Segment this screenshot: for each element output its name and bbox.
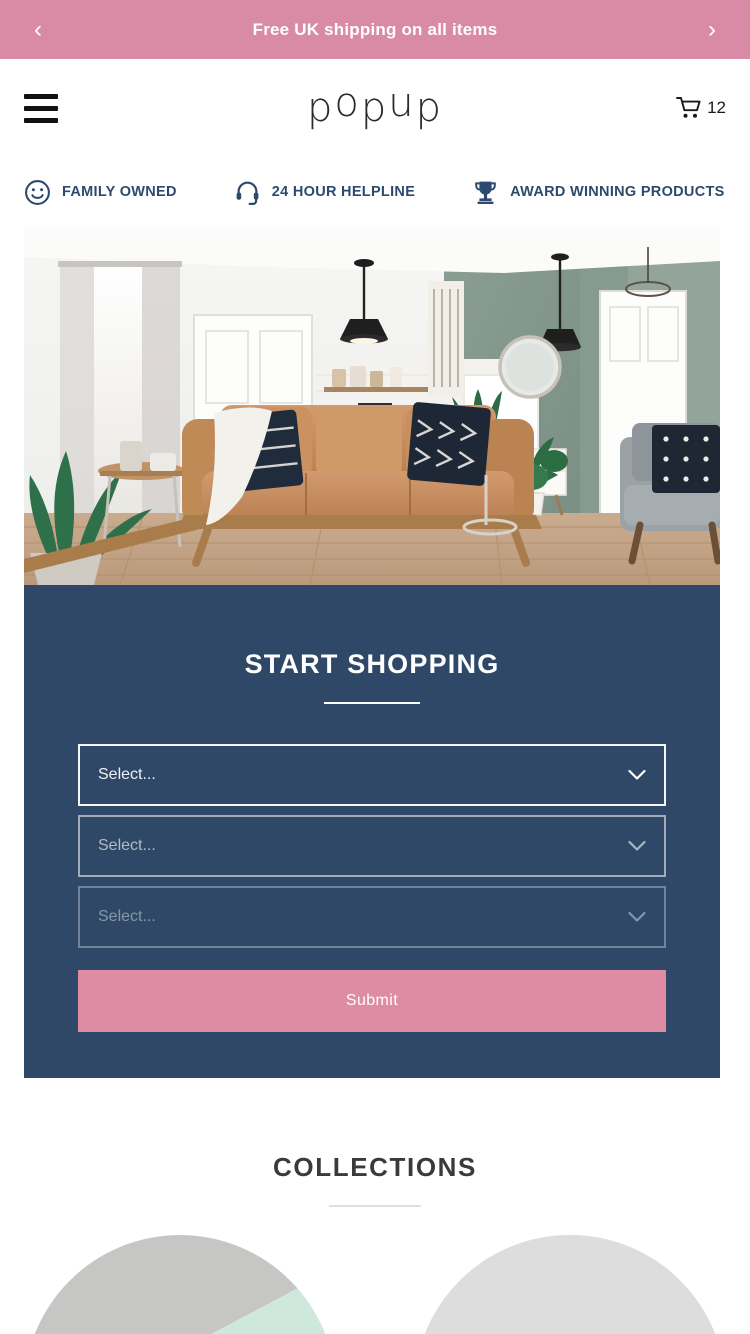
collections-section: COLLECTIONS Modern Barbecue Tools	[0, 1078, 750, 1334]
logo-letter: p	[306, 85, 335, 131]
trust-item-label: 24 HOUR HELPLINE	[271, 184, 416, 200]
collection-item-1[interactable]: Modern Barbecue Tools	[24, 1235, 336, 1334]
logo: popup	[0, 80, 750, 131]
shop-select-1-value: Select...	[98, 766, 156, 783]
chevron-down-icon	[628, 911, 646, 922]
logo-letter: p	[360, 85, 389, 131]
announcement-next-icon[interactable]: ›	[700, 17, 724, 42]
trust-badge-bar: FAMILY OWNED 24 HOUR HELPLINE AWARD WINN…	[0, 157, 750, 227]
collection-item-2[interactable]	[414, 1235, 726, 1334]
trust-item-award[interactable]: AWARD WINNING PRODUCTS	[472, 179, 724, 206]
chevron-down-icon	[628, 769, 646, 780]
logo-letter: p	[415, 85, 443, 131]
start-shopping-title: START SHOPPING	[244, 649, 500, 679]
hamburger-bar	[24, 117, 58, 123]
shop-select-2-value: Select...	[98, 837, 156, 854]
headset-icon	[236, 181, 259, 205]
shop-select-3[interactable]: Select...	[78, 886, 666, 948]
title-divider	[324, 702, 420, 704]
trust-item-family-owned[interactable]: FAMILY OWNED	[24, 179, 177, 206]
trust-item-label: AWARD WINNING PRODUCTS	[510, 184, 725, 200]
trophy-icon	[475, 181, 496, 204]
collection-image-1: Modern Barbecue Tools	[24, 1235, 336, 1334]
hamburger-bar	[24, 93, 58, 99]
hero-section	[0, 227, 750, 585]
announcement-prev-icon[interactable]: ‹	[26, 17, 50, 42]
cart-button[interactable]: 12	[676, 96, 726, 120]
hero-illustration	[24, 227, 720, 585]
announcement-text: Free UK shipping on all items	[252, 19, 498, 39]
submit-button[interactable]: Submit	[78, 970, 666, 1032]
logo-link[interactable]: popup	[306, 80, 443, 131]
shop-select-2[interactable]: Select...	[78, 815, 666, 877]
smiley-face-icon	[25, 179, 50, 205]
site-header: popup 12	[0, 59, 750, 157]
hamburger-menu-icon[interactable]	[24, 93, 58, 123]
shop-select-3-value: Select...	[98, 908, 156, 925]
collections-title: COLLECTIONS	[273, 1152, 477, 1182]
logo-letter: u	[388, 80, 416, 126]
trust-item-helpline[interactable]: 24 HOUR HELPLINE	[234, 179, 415, 206]
trust-item-label: FAMILY OWNED	[62, 184, 177, 200]
collections-grid: Modern Barbecue Tools	[0, 1207, 750, 1334]
shop-select-1[interactable]: Select...	[78, 744, 666, 806]
hero-image[interactable]	[24, 227, 720, 585]
logo-letter: o	[334, 80, 361, 126]
cart-count: 12	[707, 98, 726, 117]
chevron-down-icon	[628, 840, 646, 851]
hamburger-bar	[24, 105, 58, 111]
collection-image-2	[414, 1235, 726, 1334]
start-shopping-panel: START SHOPPING Select... Select... Selec…	[24, 585, 720, 1078]
announcement-bar: ‹ Free UK shipping on all items ›	[0, 0, 750, 59]
shopping-cart-icon	[676, 97, 701, 118]
